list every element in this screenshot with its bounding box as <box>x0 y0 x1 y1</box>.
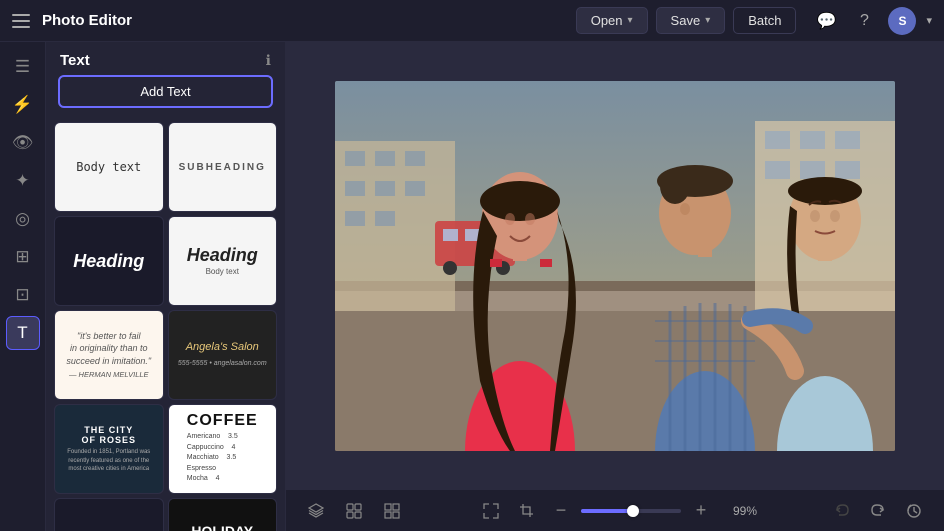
undo-button[interactable] <box>828 497 856 525</box>
open-button[interactable]: Open ▾ <box>576 7 648 34</box>
style-card-heading2-label: Heading <box>187 246 258 266</box>
icon-bar: ☰ ⚡ 👁 ✦ ◎ ⊞ ⊡ T <box>0 42 46 531</box>
style-card-coffee-label: COFFEE <box>187 413 258 429</box>
canvas-container[interactable] <box>286 42 944 489</box>
style-card-city-sublabel: Founded in 1851, Portland wasrecently fe… <box>67 448 150 473</box>
style-card-city-label: THE CITYOF ROSES <box>67 425 150 447</box>
style-card-subheading-label: SUBHEADING <box>179 162 266 173</box>
text-styles-grid: Body text SUBHEADING Heading Heading Bod… <box>46 118 285 531</box>
style-card-script1-label: "it's better to failin originality than … <box>62 326 155 384</box>
style-card-city[interactable]: THE CITYOF ROSES Founded in 1851, Portla… <box>54 404 164 494</box>
style-card-holiday-label: HOLIDAYSALE <box>191 524 254 531</box>
main-area: ☰ ⚡ 👁 ✦ ◎ ⊞ ⊡ T Text ℹ Add Text Body tex… <box>0 42 944 531</box>
help-icon-button[interactable]: ? <box>850 7 878 35</box>
style-card-coffee-items: Americano 3.5 Cappuccino 4 Macchiato 3.5… <box>187 432 258 485</box>
sidebar-item-menu[interactable]: ☰ <box>6 50 40 84</box>
sidebar-item-edit[interactable]: ✦ <box>6 164 40 198</box>
topbar-right: 💬 ? S ▾ <box>812 7 932 35</box>
fit-button[interactable] <box>477 497 505 525</box>
bottom-right-controls <box>828 497 928 525</box>
sidebar-item-effects[interactable]: ◎ <box>6 202 40 236</box>
style-card-heading2[interactable]: Heading Body text <box>168 216 278 306</box>
add-text-button[interactable]: Add Text <box>58 75 273 108</box>
canvas-area: − + 99% <box>286 42 944 531</box>
sidebar-item-elements[interactable]: ⊞ <box>6 240 40 274</box>
sidebar-item-overlay[interactable]: ⊡ <box>6 278 40 312</box>
sidebar-item-filter[interactable]: 👁 <box>6 126 40 160</box>
style-card-body[interactable]: Body text <box>54 122 164 212</box>
batch-button[interactable]: Batch <box>733 7 796 34</box>
style-card-city-inner: THE CITYOF ROSES Founded in 1851, Portla… <box>63 421 154 478</box>
zoom-out-button[interactable]: − <box>549 499 573 523</box>
open-chevron-icon: ▾ <box>628 15 633 26</box>
style-card-coffee-inner: COFFEE Americano 3.5 Cappuccino 4 Macchi… <box>183 409 262 489</box>
canvas-image <box>335 81 895 451</box>
style-card-script2-label: Angela's Salon555-5555 • angelasalon.com <box>174 336 271 375</box>
layers-button[interactable] <box>302 497 330 525</box>
style-card-heading2-sublabel: Body text <box>206 267 239 276</box>
sidebar-item-text[interactable]: T <box>6 316 40 350</box>
grid-button[interactable] <box>378 497 406 525</box>
style-card-script1[interactable]: "it's better to failin originality than … <box>54 310 164 400</box>
account-chevron-icon[interactable]: ▾ <box>926 14 932 27</box>
style-card-heading1-label: Heading <box>73 251 144 272</box>
style-card-holiday[interactable]: HOLIDAYSALE 20% off storewide <box>168 498 278 531</box>
topbar: Photo Editor Open ▾ Save ▾ Batch 💬 ? S ▾ <box>0 0 944 42</box>
zoom-slider[interactable] <box>581 509 681 513</box>
style-card-script2[interactable]: Angela's Salon555-5555 • angelasalon.com <box>168 310 278 400</box>
text-panel: Text ℹ Add Text Body text SUBHEADING Hea… <box>46 42 286 531</box>
style-card-birthday[interactable]: HappyBirthday <box>54 498 164 531</box>
redo-button[interactable] <box>864 497 892 525</box>
objects-button[interactable] <box>340 497 368 525</box>
zoom-slider-fill <box>581 509 633 513</box>
meme-svg <box>335 81 895 451</box>
menu-icon[interactable] <box>12 10 34 32</box>
app-title: Photo Editor <box>42 12 132 29</box>
avatar[interactable]: S <box>888 7 916 35</box>
crop-button[interactable] <box>513 497 541 525</box>
bottom-left-controls <box>302 497 406 525</box>
style-card-heading2-inner: Heading Body text <box>187 246 258 277</box>
style-card-holiday-inner: HOLIDAYSALE 20% off storewide <box>187 520 258 531</box>
style-card-coffee[interactable]: COFFEE Americano 3.5 Cappuccino 4 Macchi… <box>168 404 278 494</box>
info-icon[interactable]: ℹ <box>266 52 271 69</box>
panel-title: Text <box>60 52 90 69</box>
style-card-heading1[interactable]: Heading <box>54 216 164 306</box>
panel-header: Text ℹ <box>46 42 285 75</box>
history-button[interactable] <box>900 497 928 525</box>
zoom-percent: 99% <box>721 504 757 518</box>
zoom-slider-thumb <box>627 505 639 517</box>
chat-icon-button[interactable]: 💬 <box>812 7 840 35</box>
sidebar-item-adjust[interactable]: ⚡ <box>6 88 40 122</box>
bottom-bar: − + 99% <box>286 489 944 531</box>
zoom-in-button[interactable]: + <box>689 499 713 523</box>
bottom-center-controls: − + 99% <box>477 497 757 525</box>
style-card-subheading[interactable]: SUBHEADING <box>168 122 278 212</box>
save-chevron-icon: ▾ <box>705 15 710 26</box>
style-card-body-label: Body text <box>76 160 141 174</box>
save-button[interactable]: Save ▾ <box>656 7 726 34</box>
